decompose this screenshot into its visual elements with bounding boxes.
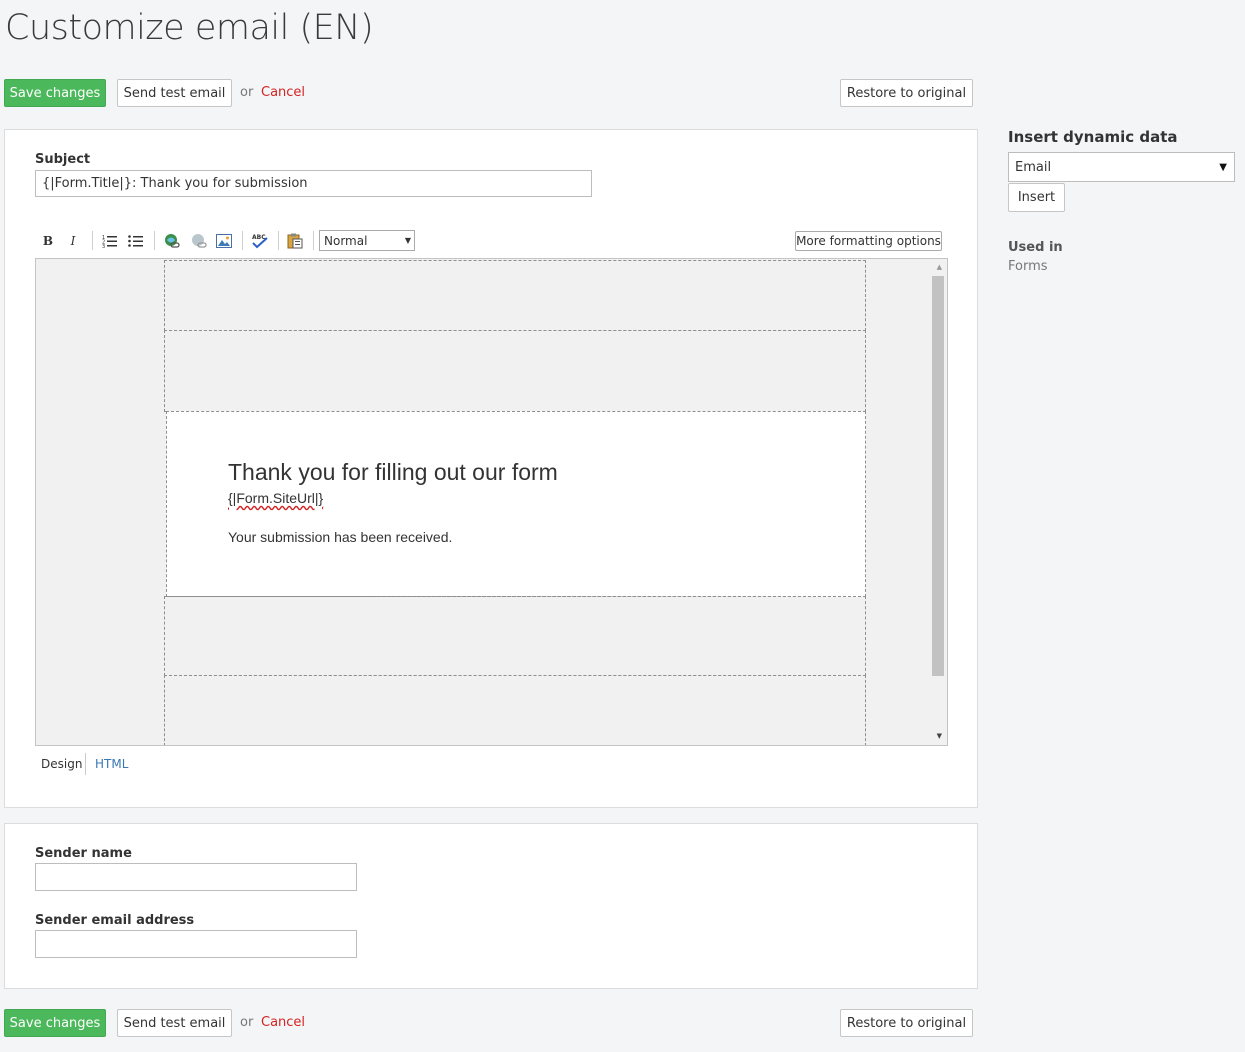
or-text-bottom: or — [240, 1015, 254, 1030]
sender-panel — [4, 823, 978, 989]
page-title: Customize email (EN) — [5, 8, 374, 48]
email-preheader-block[interactable] — [164, 330, 866, 412]
insert-link-icon[interactable] — [163, 233, 181, 249]
email-editor[interactable]: Thank you for filling out our form {|For… — [35, 258, 948, 746]
spellcheck-icon[interactable]: ABC — [251, 233, 269, 249]
insert-dynamic-data-title: Insert dynamic data — [1008, 128, 1178, 146]
sender-name-input[interactable] — [35, 863, 357, 891]
send-test-email-button-top[interactable]: Send test email — [117, 79, 232, 107]
insert-image-icon[interactable] — [215, 233, 233, 249]
scrollbar-thumb[interactable] — [932, 276, 944, 676]
sender-email-label: Sender email address — [35, 913, 195, 928]
tab-divider — [85, 753, 86, 775]
dynamic-data-select[interactable]: Email ▼ — [1008, 152, 1235, 182]
editor-scrollbar[interactable]: ▲ ▼ — [931, 259, 947, 745]
toolbar-separator — [242, 231, 243, 250]
bullet-list-icon[interactable] — [127, 233, 145, 249]
format-select-value: Normal — [324, 233, 368, 248]
format-select[interactable]: Normal ▼ — [319, 230, 415, 251]
scroll-down-icon[interactable]: ▼ — [937, 732, 942, 740]
send-test-email-button-bottom[interactable]: Send test email — [117, 1009, 232, 1037]
toolbar-separator — [154, 231, 155, 250]
toolbar-separator — [92, 231, 93, 250]
cancel-link-bottom[interactable]: Cancel — [261, 1015, 305, 1030]
cancel-link-top[interactable]: Cancel — [261, 85, 305, 100]
used-in-value: Forms — [1008, 259, 1048, 274]
dynamic-data-select-value: Email — [1015, 159, 1052, 175]
used-in-label: Used in — [1008, 240, 1063, 255]
more-formatting-options-button[interactable]: More formatting options — [795, 231, 942, 251]
restore-original-button-bottom[interactable]: Restore to original — [840, 1009, 973, 1037]
paste-icon[interactable] — [286, 233, 304, 249]
svg-text:3: 3 — [102, 244, 105, 248]
chevron-down-icon: ▼ — [404, 236, 411, 245]
chevron-down-icon: ▼ — [1219, 161, 1227, 173]
save-changes-button-bottom[interactable]: Save changes — [4, 1009, 106, 1037]
toolbar-separator — [278, 231, 279, 250]
sender-email-input[interactable] — [35, 930, 357, 958]
save-changes-button-top[interactable]: Save changes — [4, 79, 106, 107]
subject-label: Subject — [35, 152, 91, 167]
italic-button[interactable]: I — [66, 233, 80, 249]
subject-input[interactable]: {|Form.Title|}: Thank you for submission — [35, 170, 592, 197]
tab-html[interactable]: HTML — [95, 757, 128, 771]
insert-button[interactable]: Insert — [1008, 183, 1065, 212]
restore-original-button-top[interactable]: Restore to original — [840, 79, 973, 107]
or-text-top: or — [240, 85, 254, 100]
email-footer-block[interactable] — [164, 596, 866, 676]
site-url-token: {|Form.SiteUrl|} — [228, 490, 324, 506]
scroll-up-icon[interactable]: ▲ — [937, 263, 942, 271]
sender-name-label: Sender name — [35, 846, 132, 861]
toolbar-separator — [313, 231, 314, 250]
email-header-block[interactable] — [164, 260, 866, 331]
remove-link-icon[interactable] — [190, 233, 208, 249]
numbered-list-icon[interactable]: 123 — [101, 233, 119, 249]
email-message: Your submission has been received. — [228, 529, 453, 545]
email-bottom-block[interactable] — [164, 675, 866, 745]
tab-design[interactable]: Design — [41, 757, 82, 771]
bold-button[interactable]: B — [41, 233, 55, 249]
email-body-block[interactable]: Thank you for filling out our form {|For… — [166, 411, 866, 597]
email-heading: Thank you for filling out our form — [228, 459, 558, 485]
